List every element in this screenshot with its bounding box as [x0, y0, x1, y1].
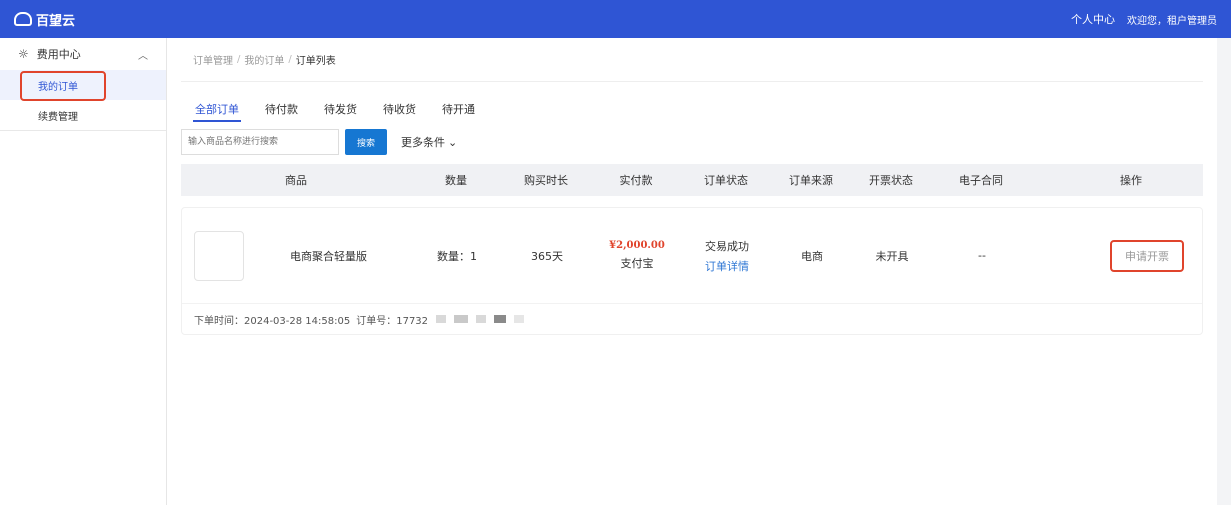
table-header: 商品 数量 购买时长 实付款 订单状态 订单来源 开票状态 电子合同 操作 — [181, 164, 1203, 196]
sidebar-group-billing[interactable]: ☼ 费用中心 ︿ — [0, 38, 166, 70]
tab-pending-activation[interactable]: 待开通 — [442, 96, 475, 122]
column-header-source: 订单来源 — [789, 174, 833, 187]
breadcrumb-item-my-orders[interactable]: 我的订单 — [244, 52, 284, 67]
brand-name: 百望云 — [36, 13, 76, 29]
order-source: 电商 — [801, 249, 823, 263]
tab-pending-receipt[interactable]: 待收货 — [383, 96, 416, 122]
column-header-quantity: 数量 — [445, 174, 467, 187]
chevron-down-icon: ⌄ — [448, 135, 458, 149]
column-header-duration: 购买时长 — [524, 174, 568, 187]
breadcrumb: 订单管理 / 我的订单 / 订单列表 — [181, 38, 1203, 82]
more-conditions-toggle[interactable]: 更多条件 ⌄ — [401, 134, 457, 150]
main-content: 订单管理 / 我的订单 / 订单列表 全部订单 待付款 待发货 待收货 待开通 … — [167, 38, 1217, 505]
invoice-status: 未开具 — [875, 249, 909, 263]
sidebar-item-label: 我的订单 — [38, 81, 78, 93]
payment-method: 支付宝 — [620, 257, 654, 270]
top-header: 百望云 个人中心 欢迎您，租户管理员 — [0, 0, 1231, 38]
tab-all-orders[interactable]: 全部订单 — [193, 96, 241, 122]
header-right: 个人中心 欢迎您，租户管理员 — [1071, 11, 1217, 27]
order-detail-link[interactable]: 订单详情 — [705, 258, 749, 274]
column-header-paid: 实付款 — [619, 174, 653, 187]
order-time: 下单时间：2024-03-28 14:58:05 — [194, 315, 351, 327]
paid-cell: ¥2,000.00 支付宝 — [592, 240, 682, 271]
order-footer: 下单时间：2024-03-28 14:58:05 订单号：17732 — [182, 304, 1202, 334]
redacted-block — [454, 315, 469, 323]
price-value: ¥2,000.00 — [609, 240, 665, 251]
column-header-action: 操作 — [1120, 174, 1142, 187]
cloud-icon — [14, 12, 32, 26]
column-header-invoice: 开票状态 — [869, 174, 913, 187]
breadcrumb-separator: / — [237, 54, 241, 65]
search-row: 搜索 更多条件 ⌄ — [181, 128, 1203, 156]
order-status: 交易成功 — [705, 239, 749, 253]
breadcrumb-current: 订单列表 — [295, 56, 336, 67]
order-number: 订单号：17732 — [356, 315, 429, 327]
user-center-link[interactable]: 个人中心 — [1071, 11, 1115, 27]
breadcrumb-separator: / — [288, 54, 292, 65]
redacted-block — [436, 315, 447, 323]
tab-pending-payment[interactable]: 待付款 — [265, 96, 298, 122]
order-card: 电商聚合轻量版 数量：1 365天 ¥2,000.00 支付宝 交易成功 订单详… — [181, 207, 1203, 335]
search-button[interactable]: 搜索 — [345, 129, 387, 155]
sidebar-item-label: 续费管理 — [38, 111, 78, 123]
status-cell: 交易成功 订单详情 — [682, 238, 772, 274]
table-row: 电商聚合轻量版 数量：1 365天 ¥2,000.00 支付宝 交易成功 订单详… — [182, 208, 1202, 304]
duration-value: 365天 — [531, 249, 563, 263]
lightbulb-icon: ☼ — [18, 47, 29, 61]
action-cell: 申请开票 — [1032, 239, 1231, 272]
column-header-status: 订单状态 — [704, 174, 748, 187]
quantity-value: 数量：1 — [437, 249, 477, 263]
order-tabs: 全部订单 待付款 待发货 待收货 待开通 — [181, 96, 1203, 122]
sidebar-group-label: 费用中心 — [36, 48, 81, 61]
product-cell: 电商聚合轻量版 — [182, 230, 412, 281]
brand-logo[interactable]: 百望云 — [14, 10, 75, 29]
breadcrumb-item-order-management[interactable]: 订单管理 — [193, 52, 233, 67]
redacted-block — [514, 315, 525, 323]
search-input[interactable] — [181, 129, 339, 155]
redacted-block — [494, 315, 507, 323]
contract-value: -- — [978, 249, 986, 262]
more-conditions-label: 更多条件 — [401, 136, 445, 149]
welcome-text[interactable]: 欢迎您，租户管理员 — [1127, 12, 1217, 27]
sidebar: ☼ 费用中心 ︿ 我的订单 续费管理 — [0, 38, 167, 505]
sidebar-divider — [0, 130, 166, 131]
chevron-up-icon[interactable]: ︿ — [138, 47, 148, 62]
tab-pending-shipment[interactable]: 待发货 — [324, 96, 357, 122]
column-header-contract: 电子合同 — [959, 174, 1003, 187]
sidebar-item-my-orders[interactable]: 我的订单 — [0, 70, 166, 101]
product-name: 电商聚合轻量版 — [290, 249, 367, 263]
page-scrollbar[interactable] — [1217, 38, 1231, 505]
column-header-product: 商品 — [285, 174, 307, 187]
redacted-block — [476, 315, 487, 323]
apply-invoice-button[interactable]: 申请开票 — [1110, 239, 1184, 272]
sidebar-item-renewal[interactable]: 续费管理 — [0, 100, 166, 130]
product-thumbnail — [194, 230, 244, 281]
